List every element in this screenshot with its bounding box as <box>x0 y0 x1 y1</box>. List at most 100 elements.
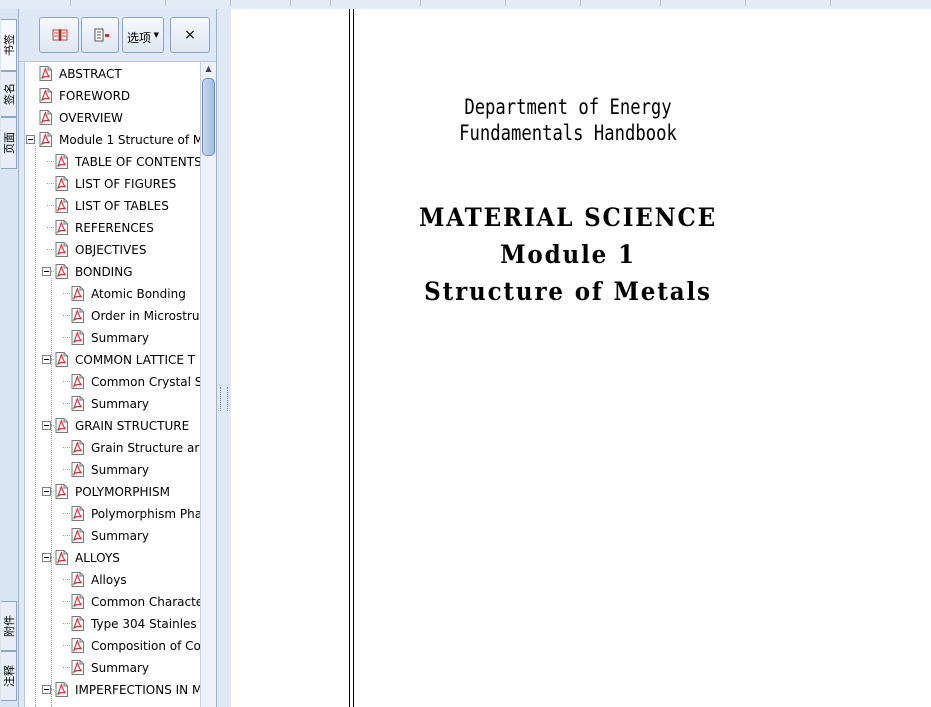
bookmark-item[interactable]: LIST OF TABLES <box>25 195 200 217</box>
bookmark-item[interactable]: OBJECTIVES <box>25 239 200 261</box>
expand-bookmark-button[interactable] <box>81 17 119 53</box>
bookmark-label: COMMON LATTICE T <box>75 353 196 367</box>
scrollbar-thumb[interactable] <box>202 78 215 156</box>
pdf-document-icon <box>55 352 68 367</box>
tab-annotations-label: 注释 <box>2 665 16 687</box>
bookmark-tree: ABSTRACT FOREWORD OVERVIEW Module 1 Structu… <box>24 62 200 707</box>
bookmark-label: Summary <box>91 529 149 543</box>
toolbar-segment <box>505 0 506 6</box>
collapse-toggle-icon[interactable] <box>42 553 51 562</box>
pdf-document-icon <box>55 484 68 499</box>
toolbar-segment <box>660 0 661 6</box>
bookmark-item[interactable]: FOREWORD <box>25 85 200 107</box>
bookmark-label: BONDING <box>75 265 133 279</box>
pdf-document-icon <box>71 638 84 653</box>
pdf-document-icon <box>39 110 52 125</box>
tab-attachments-label: 附件 <box>2 615 16 637</box>
tab-pages-label: 页面 <box>2 132 16 154</box>
panel-splitter[interactable] <box>216 9 232 707</box>
bookmark-label: Common Characte <box>91 595 200 609</box>
tab-bookmarks[interactable]: 书签 <box>1 19 17 71</box>
bookmark-label: Composition of Co <box>91 639 200 653</box>
collapse-toggle-icon[interactable] <box>42 267 51 276</box>
bookmark-item[interactable]: REFERENCES <box>25 217 200 239</box>
pdf-document-icon <box>55 550 68 565</box>
tree-connector <box>63 645 70 646</box>
pdf-document-icon <box>71 528 84 543</box>
bookmark-label: TABLE OF CONTENTS <box>75 155 200 169</box>
tab-attachments[interactable]: 附件 <box>1 601 17 651</box>
toolbar-segment <box>290 0 291 6</box>
tree-connector <box>63 293 70 294</box>
pdf-document-icon <box>71 572 84 587</box>
toolbar-segment <box>330 0 331 6</box>
pdf-document-icon <box>39 132 52 147</box>
pdf-document-icon <box>71 374 84 389</box>
options-label: 选项 <box>127 31 152 45</box>
bookmark-label: Order in Microstru <box>91 309 200 323</box>
pdf-document-icon <box>71 286 84 301</box>
bookmark-book-icon <box>52 29 68 41</box>
bookmark-label: OVERVIEW <box>59 111 123 125</box>
bookmark-label: ABSTRACT <box>59 67 122 81</box>
collapse-toggle-icon[interactable] <box>42 421 51 430</box>
bookmarks-panel: 选项 ▼ × ABSTRACT FOREWORD OVERVIEW Module 1 … <box>19 9 216 707</box>
tree-scrollbar[interactable]: ▲ <box>200 62 216 707</box>
toolbar-segment <box>230 0 231 6</box>
bookmark-item[interactable]: ABSTRACT <box>25 63 200 85</box>
tab-annotations[interactable]: 注释 <box>1 651 17 701</box>
dropdown-arrow-icon: ▼ <box>153 31 159 39</box>
tree-connector <box>47 205 54 206</box>
bookmark-label: Alloys <box>91 573 127 587</box>
splitter-grip-icon[interactable] <box>220 387 228 411</box>
collapse-toggle-icon[interactable] <box>42 355 51 364</box>
tree-connector <box>63 315 70 316</box>
tab-pages[interactable]: 页面 <box>1 117 17 169</box>
tree-connector <box>47 161 54 162</box>
options-dropdown-button[interactable]: 选项 ▼ <box>122 17 164 53</box>
collapse-toggle-icon[interactable] <box>26 135 35 144</box>
bookmark-label: Type 304 Stainles <box>91 617 197 631</box>
pdf-document-icon <box>71 440 84 455</box>
tree-connector <box>63 579 70 580</box>
pdf-document-icon <box>71 396 84 411</box>
tree-connector <box>63 667 70 668</box>
bookmark-label: Polymorphism Pha <box>91 507 200 521</box>
document-title-line-3: Structure of Metals <box>424 277 712 306</box>
bookmark-item[interactable]: Module 1 Structure of M <box>25 129 200 151</box>
close-panel-button[interactable]: × <box>170 17 210 53</box>
tab-signatures[interactable]: 签名 <box>1 71 17 117</box>
bookmark-label: Summary <box>91 397 149 411</box>
tree-connector <box>63 601 70 602</box>
pdf-document-icon <box>39 66 52 81</box>
tree-connector <box>47 183 54 184</box>
pdf-document-icon <box>71 660 84 675</box>
collapse-toggle-icon[interactable] <box>42 487 51 496</box>
document-view[interactable]: Department of Energy Fundamentals Handbo… <box>231 9 931 707</box>
bookmark-label: Module 1 Structure of M <box>59 133 200 147</box>
bookmark-expand-icon <box>94 28 109 42</box>
pdf-document-icon <box>71 594 84 609</box>
bookmark-label: FOREWORD <box>59 89 131 103</box>
document-title-line-2: Module 1 <box>500 240 636 269</box>
tree-connector <box>63 403 70 404</box>
toolbar-segment <box>70 0 71 6</box>
toolbar-segment <box>745 0 746 6</box>
pdf-document-icon <box>55 682 68 697</box>
pdf-document-icon <box>55 242 68 257</box>
bookmark-label: ALLOYS <box>75 551 120 565</box>
bookmark-item[interactable]: LIST OF FIGURES <box>25 173 200 195</box>
bookmark-label: OBJECTIVES <box>75 243 147 257</box>
bookmark-label: Summary <box>91 661 149 675</box>
bookmark-item[interactable]: OVERVIEW <box>25 107 200 129</box>
pdf-document-icon <box>55 220 68 235</box>
pdf-document-icon <box>71 308 84 323</box>
scroll-up-arrow-icon[interactable]: ▲ <box>201 62 216 76</box>
bookmark-label: LIST OF TABLES <box>75 199 169 213</box>
collapse-toggle-icon[interactable] <box>42 685 51 694</box>
tree-connector <box>63 513 70 514</box>
bookmark-label: Summary <box>91 463 149 477</box>
bookmark-item[interactable]: TABLE OF CONTENTS <box>25 151 200 173</box>
tab-bookmarks-label: 书签 <box>2 34 16 56</box>
bookmark-tool-button[interactable] <box>39 17 79 53</box>
